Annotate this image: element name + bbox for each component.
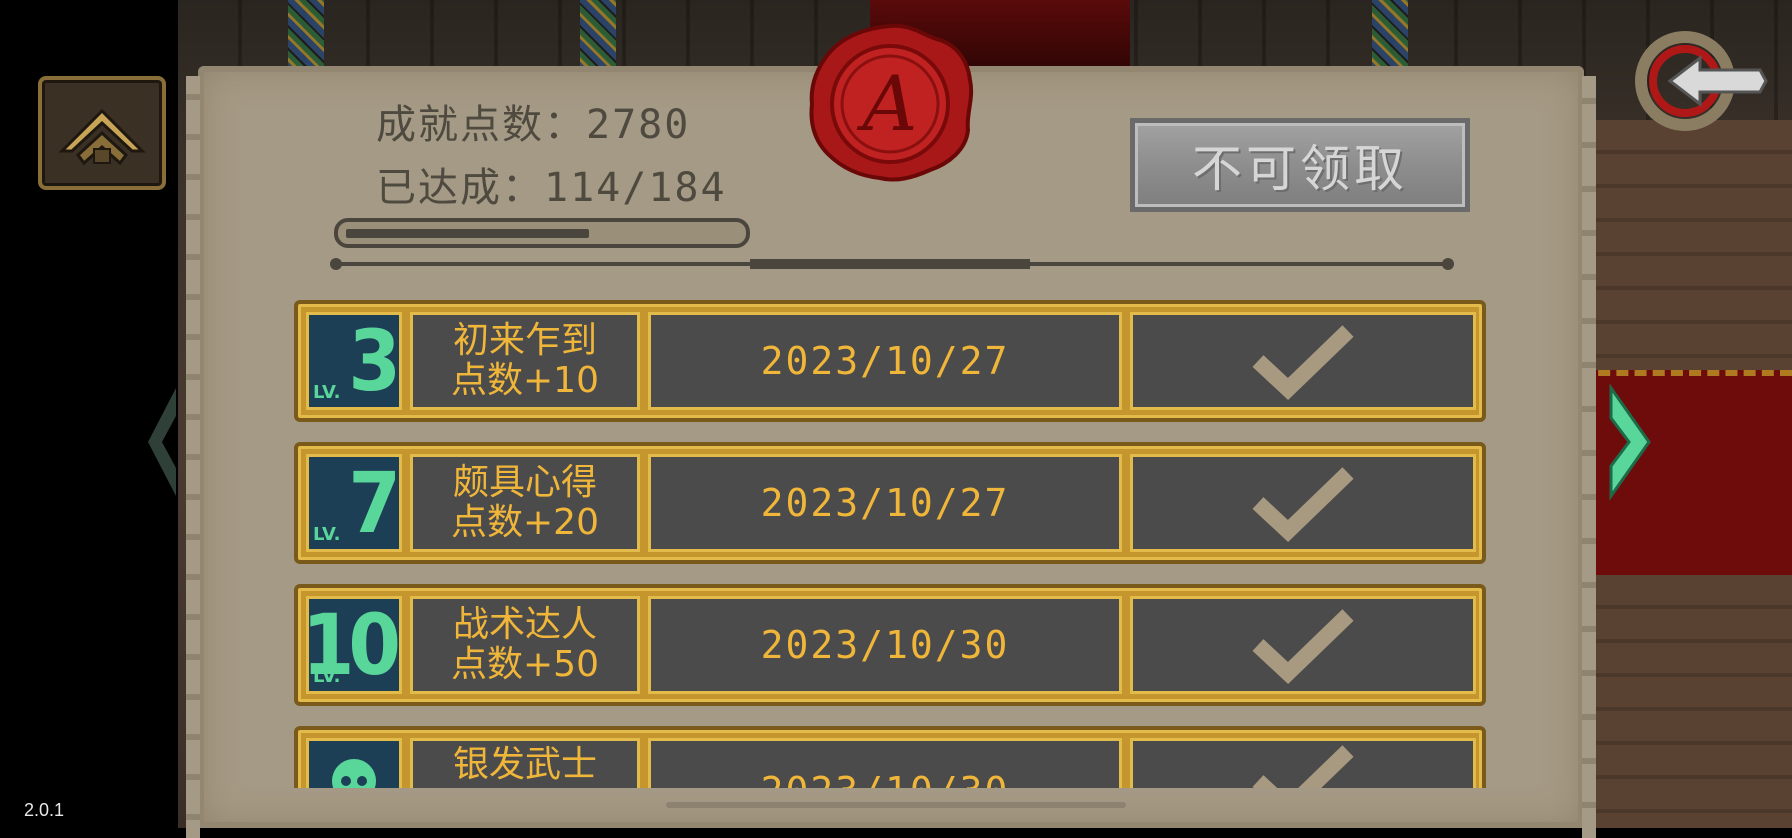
achievement-row[interactable]: 银发武士 2023/10/30 — [294, 726, 1486, 788]
points-label: 成就点数： — [376, 102, 586, 148]
stained-glass-decor — [1372, 0, 1408, 70]
points-value: 2780 — [586, 102, 691, 148]
achievement-title-cell: 银发武士 — [410, 738, 640, 788]
achievement-list[interactable]: 3 LV. 初来乍到 点数+10 2023/10/27 7 LV. 颇具心得 点… — [288, 296, 1494, 788]
level-tag: LV. — [313, 382, 341, 403]
achievement-reward: 点数+20 — [451, 502, 599, 543]
wax-seal-letter: A — [857, 59, 918, 148]
level-number: 3 — [348, 312, 399, 410]
chevron-left-icon — [148, 388, 176, 496]
checkmark-icon — [1252, 325, 1354, 401]
achievement-row[interactable]: 10 LV. 战术达人 点数+50 2023/10/30 — [294, 584, 1486, 706]
skull-icon — [332, 759, 376, 788]
achievement-date: 2023/10/27 — [648, 312, 1122, 410]
tab-indicator[interactable] — [750, 259, 1030, 269]
achievement-progress-bar — [334, 218, 750, 248]
achievement-row[interactable]: 7 LV. 颇具心得 点数+20 2023/10/27 — [294, 442, 1486, 564]
level-number: 7 — [348, 454, 399, 552]
back-button[interactable] — [1630, 26, 1770, 136]
achievement-status — [1130, 454, 1476, 552]
home-icon — [58, 108, 146, 166]
achievement-reward: 点数+10 — [451, 360, 599, 401]
level-tag: LV. — [313, 666, 341, 687]
achievement-name: 战术达人 — [452, 604, 597, 645]
scroll-indicator — [666, 802, 1126, 808]
achievement-row[interactable]: 3 LV. 初来乍到 点数+10 2023/10/27 — [294, 300, 1486, 422]
achievement-count: 已达成：114/184 — [376, 155, 727, 213]
stained-glass-decor — [580, 0, 616, 70]
achievement-name: 颇具心得 — [452, 462, 597, 503]
chevron-right-icon — [1609, 383, 1651, 501]
checkmark-icon — [1252, 467, 1354, 543]
wax-seal-emblem: A — [800, 18, 980, 188]
background-brick-wall — [1580, 575, 1792, 828]
achievement-status — [1130, 596, 1476, 694]
achievement-date: 2023/10/30 — [648, 738, 1122, 788]
achievement-date: 2023/10/27 — [648, 454, 1122, 552]
claim-reward-button[interactable]: 不可领取 — [1130, 118, 1470, 212]
version-label: 2.0.1 — [24, 800, 65, 820]
level-badge: 3 LV. — [306, 312, 402, 410]
achievement-title-cell: 颇具心得 点数+20 — [410, 454, 640, 552]
achievement-status — [1130, 312, 1476, 410]
achievement-title-cell: 初来乍到 点数+10 — [410, 312, 640, 410]
achievement-date: 2023/10/30 — [648, 596, 1122, 694]
level-badge: 10 LV. — [306, 596, 402, 694]
previous-page-arrow[interactable] — [140, 372, 184, 512]
checkmark-icon — [1252, 609, 1354, 685]
achieved-value: 114/184 — [544, 165, 727, 211]
home-button[interactable] — [38, 76, 166, 190]
achievement-status — [1130, 738, 1476, 788]
achieved-label: 已达成： — [376, 165, 544, 211]
background-brick-wall — [1580, 120, 1792, 370]
achievement-name: 银发武士 — [452, 744, 597, 785]
level-badge: 7 LV. — [306, 454, 402, 552]
stained-glass-decor — [288, 0, 324, 70]
achievement-points: 成就点数：2780 — [376, 92, 690, 150]
next-page-arrow[interactable] — [1600, 372, 1660, 512]
checkmark-icon — [1252, 745, 1354, 788]
progress-bar-fill — [346, 229, 589, 238]
level-tag: LV. — [313, 524, 341, 545]
achievement-reward: 点数+50 — [451, 644, 599, 685]
back-arrow-icon — [1635, 31, 1768, 131]
achievement-title-cell: 战术达人 点数+50 — [410, 596, 640, 694]
level-badge — [306, 738, 402, 788]
achievement-name: 初来乍到 — [452, 320, 597, 361]
